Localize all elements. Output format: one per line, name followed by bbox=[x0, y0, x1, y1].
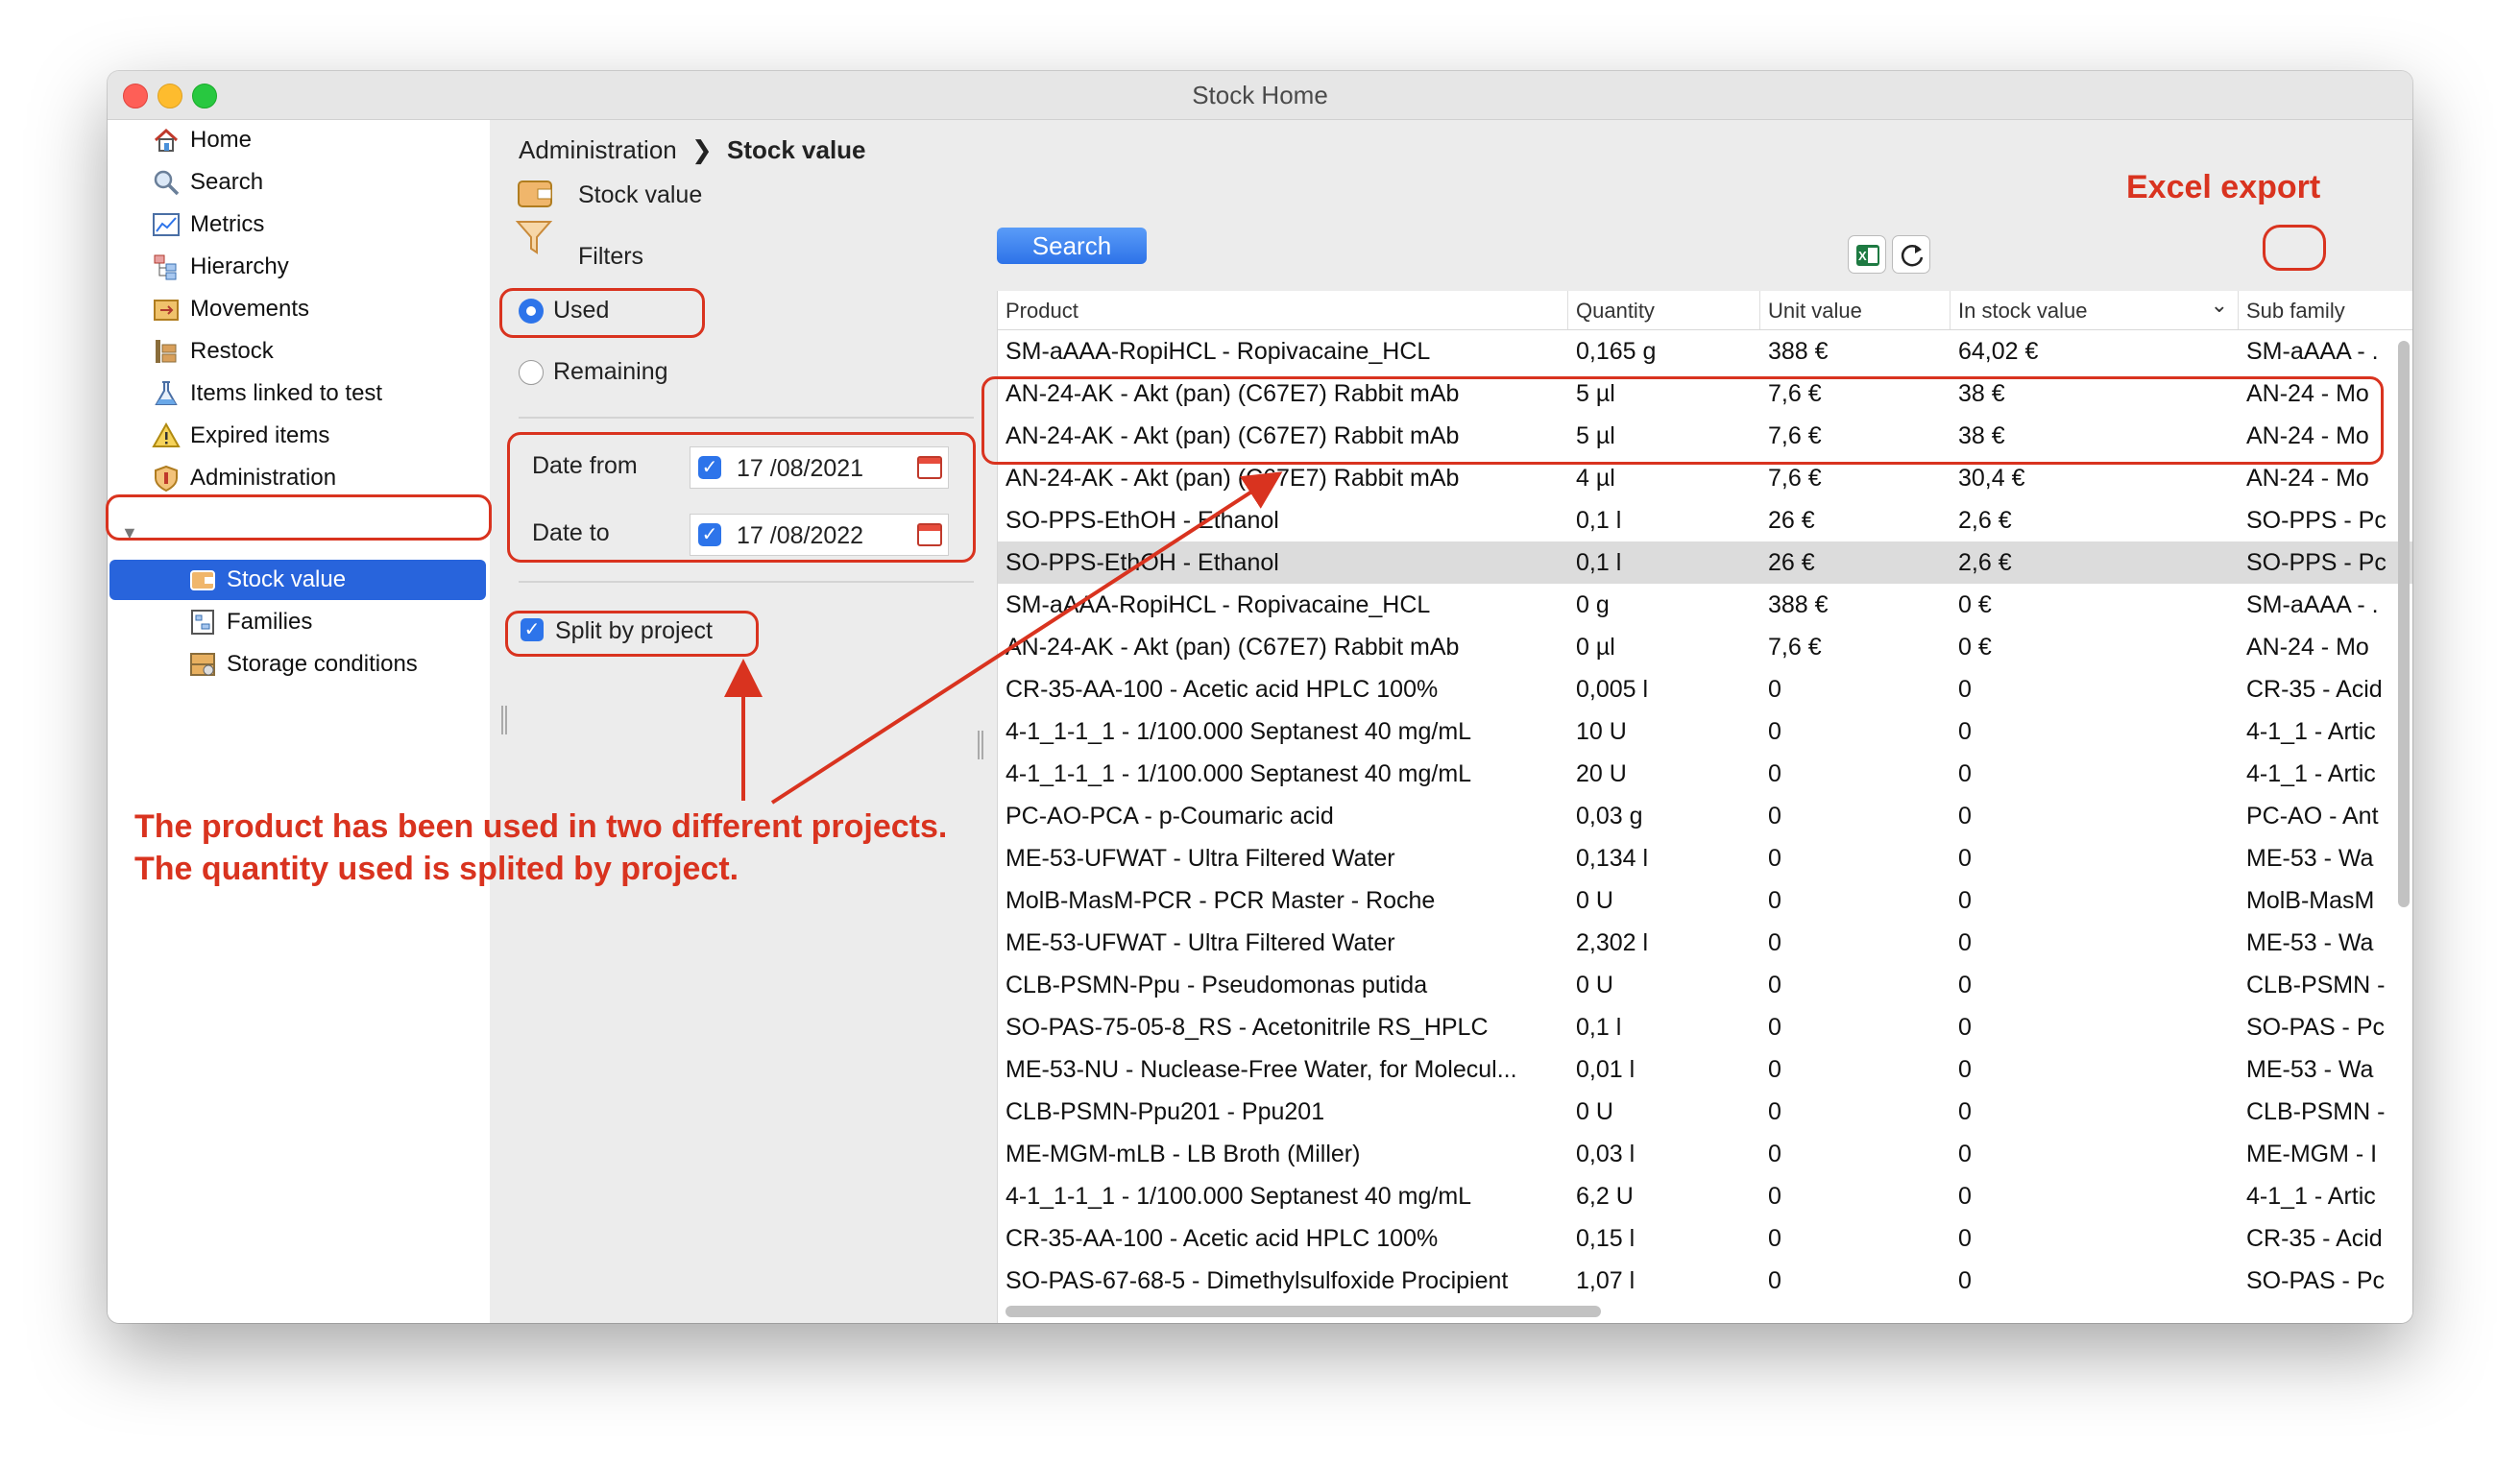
annotation-arrows bbox=[724, 471, 1283, 805]
annotation-arrow-diagonal bbox=[770, 471, 1283, 805]
